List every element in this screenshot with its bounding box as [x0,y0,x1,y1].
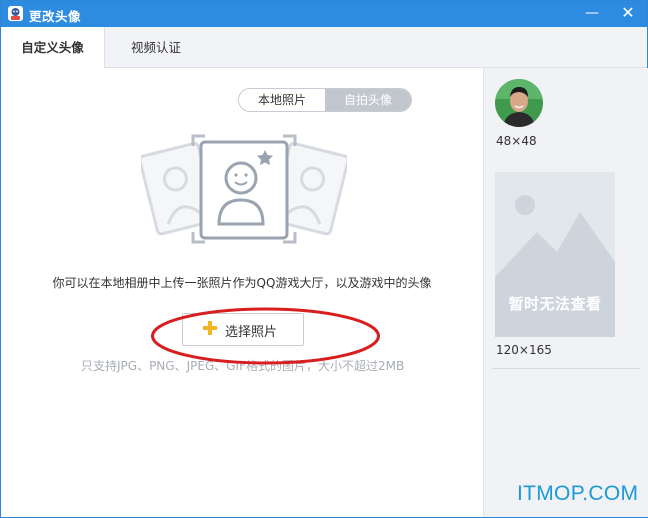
preview-panel: 48×48 暂时无法查看 120×165 [483,68,648,517]
game-app-icon [8,6,23,21]
choose-photo-button[interactable]: 选择照片 [182,313,304,346]
avatar-preview-small [495,79,543,127]
plus-icon [203,321,217,335]
main-panel: 本地照片 自拍头像 你可以在本地相册中上传一张照片作为QQ游戏大厅，以及游戏中的… [1,68,483,517]
minimize-icon: — [585,5,599,21]
preview-unavailable-text: 暂时无法查看 [508,295,602,313]
close-button[interactable]: ✕ [613,1,643,27]
watermark: ITMOP.COM [517,482,639,505]
local-photo-toggle[interactable]: 本地照片 [239,89,325,111]
title-bar: 更改头像 — ✕ [1,1,647,27]
divider [492,368,640,369]
photo-frame-illustration [141,134,347,244]
avatar-preview-large: 暂时无法查看 [495,172,615,337]
tab-video-verification[interactable]: 视频认证 [105,27,207,67]
window-title: 更改头像 [29,9,82,24]
selfie-avatar-toggle[interactable]: 自拍头像 [325,89,411,111]
avatar-dialog: 更改头像 — ✕ 自定义头像 视频认证 本地照片 自拍头像 你可以在本地相册中上… [0,0,648,518]
close-icon: ✕ [621,3,635,22]
format-hint: 只支持JPG、PNG、JPEG、GIF格式的图片，大小不超过2MB [81,359,405,373]
minimize-button[interactable]: — [577,1,607,27]
tab-custom-avatar[interactable]: 自定义头像 [1,27,105,68]
upload-description: 你可以在本地相册中上传一张照片作为QQ游戏大厅，以及游戏中的头像 [52,276,432,290]
choose-photo-label: 选择照片 [225,325,278,340]
source-toggle: 本地照片 自拍头像 [238,88,412,112]
large-size-label: 120×165 [496,343,552,357]
tab-bar: 自定义头像 视频认证 [1,27,647,68]
small-size-label: 48×48 [496,134,537,148]
